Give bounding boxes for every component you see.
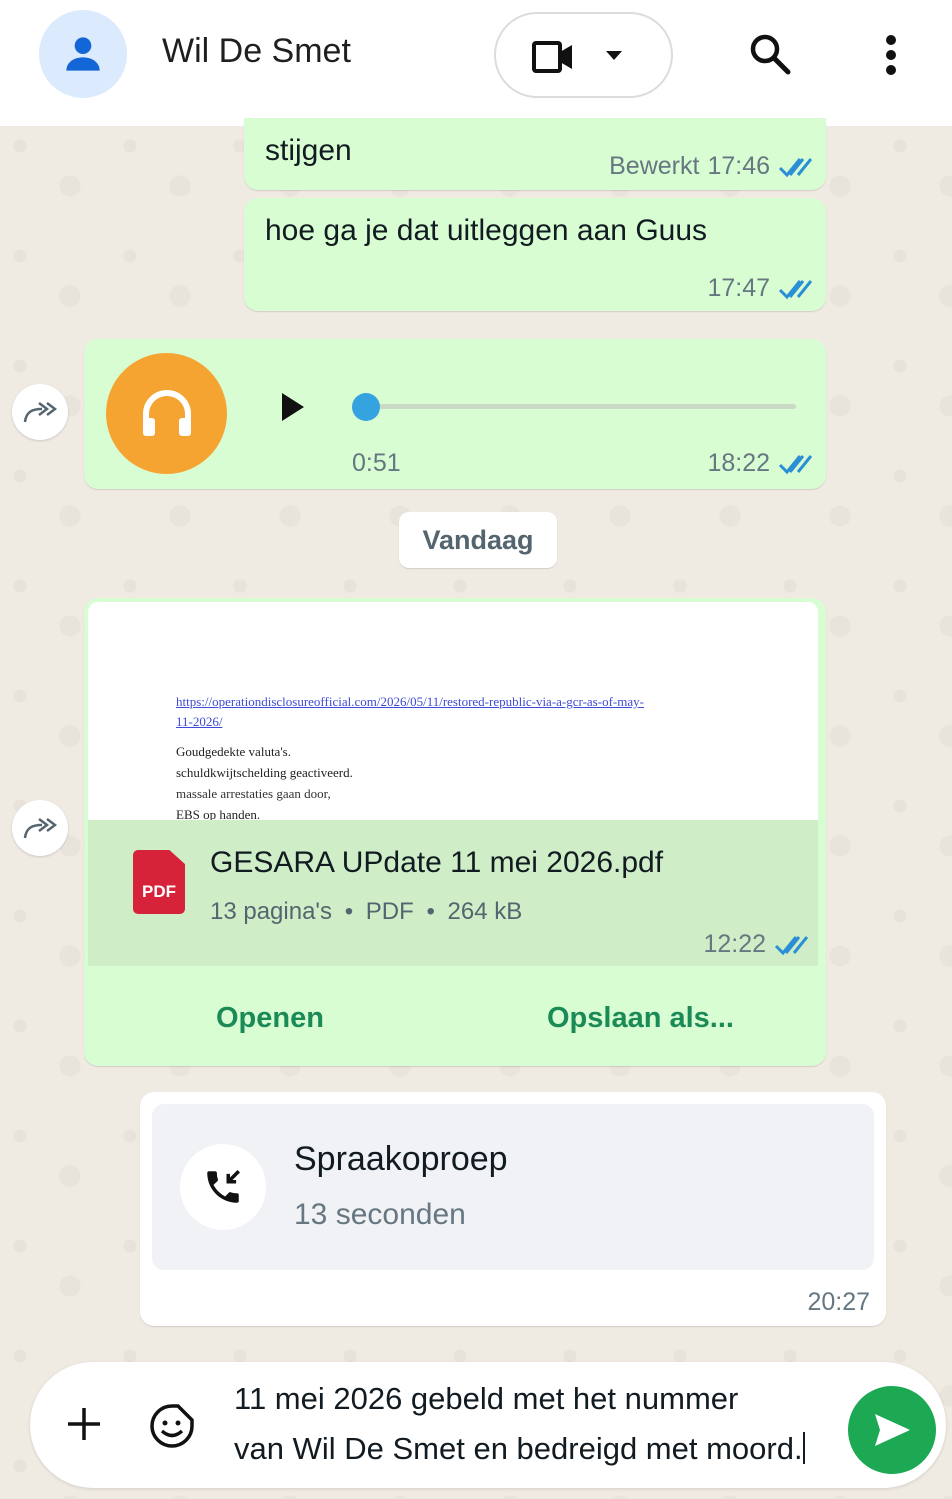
message-input[interactable]: 11 mei 2026 gebeld met het nummer van Wi…: [234, 1374, 854, 1474]
document-message[interactable]: https://operationdisclosureofficial.com/…: [84, 598, 826, 1066]
pdf-file-icon: PDF: [133, 850, 185, 914]
preview-line: EBS op handen.: [176, 807, 261, 820]
audio-progress-knob[interactable]: [352, 393, 380, 421]
outgoing-message[interactable]: stijgen Bewerkt 17:46: [244, 118, 826, 190]
message-time: 20:27: [807, 1288, 870, 1316]
document-size: 264 kB: [447, 898, 523, 925]
text-caret: [802, 1432, 805, 1464]
contact-name[interactable]: Wil De Smet: [162, 32, 351, 71]
sticker-icon[interactable]: [148, 1402, 196, 1450]
send-icon: [875, 1414, 910, 1446]
audio-duration: 0:51: [352, 449, 401, 477]
document-name: GESARA UPdate 11 mei 2026.pdf: [210, 846, 664, 879]
audio-avatar: [106, 353, 227, 474]
preview-line: schuldkwijtschelding geactiveerd.: [176, 765, 353, 780]
pdf-badge-text: PDF: [142, 882, 176, 901]
message-meta: Bewerkt 17:46: [609, 152, 812, 181]
document-preview[interactable]: https://operationdisclosureofficial.com/…: [88, 602, 818, 820]
play-icon[interactable]: [280, 391, 306, 423]
voice-call-card[interactable]: Spraakoproep 13 seconden: [152, 1104, 874, 1270]
preview-link: 11-2026/: [176, 714, 223, 729]
document-pages: 13 pagina's: [210, 898, 333, 925]
message-meta: 18:22: [707, 449, 812, 478]
document-details: 13 pagina's • PDF • 264 kB: [210, 898, 523, 925]
forward-icon: [23, 402, 58, 423]
contact-avatar[interactable]: [39, 10, 127, 98]
double-check-icon: [778, 157, 812, 177]
chat-header: Wil De Smet: [0, 0, 952, 126]
call-title: Spraakoproep: [294, 1140, 508, 1178]
incoming-call-icon: [207, 1170, 240, 1203]
document-format: PDF: [365, 898, 414, 925]
search-icon[interactable]: [748, 32, 792, 76]
call-message[interactable]: Spraakoproep 13 seconden 20:27: [140, 1092, 886, 1326]
message-meta: 12:22: [703, 930, 808, 959]
message-input-line: van Wil De Smet en bedreigd met moord.: [234, 1431, 803, 1466]
preview-link: https://operationdisclosureofficial.com/…: [176, 694, 644, 709]
call-duration: 13 seconden: [294, 1198, 466, 1231]
document-info[interactable]: PDF GESARA UPdate 11 mei 2026.pdf 13 pag…: [88, 820, 818, 966]
message-time: 17:46: [707, 152, 770, 180]
forward-icon: [23, 818, 58, 839]
message-input-line: 11 mei 2026 gebeld met het nummer: [234, 1381, 739, 1416]
open-document-button[interactable]: Openen: [216, 1002, 324, 1035]
more-vert-icon[interactable]: [885, 34, 897, 76]
edited-label: Bewerkt: [609, 152, 700, 180]
audio-progress-track[interactable]: [364, 404, 796, 409]
double-check-icon: [774, 935, 808, 955]
forward-button[interactable]: [12, 384, 68, 440]
video-call-button[interactable]: [494, 12, 673, 98]
document-actions: Openen Opslaan als...: [84, 976, 824, 1064]
person-icon: [66, 37, 100, 71]
message-meta: 17:47: [707, 274, 812, 303]
message-text: stijgen: [265, 134, 352, 167]
save-as-button[interactable]: Opslaan als...: [547, 1002, 734, 1035]
message-text: hoe ga je dat uitleggen aan Guus: [265, 214, 708, 247]
date-separator: Vandaag: [399, 512, 557, 568]
message-time: 12:22: [703, 930, 766, 958]
call-icon-circle: [180, 1144, 266, 1230]
headphones-icon: [142, 389, 191, 436]
double-check-icon: [778, 279, 812, 299]
message-time: 18:22: [707, 449, 770, 477]
double-check-icon: [778, 454, 812, 474]
forward-button[interactable]: [12, 800, 68, 856]
message-composer: 11 mei 2026 gebeld met het nummer van Wi…: [30, 1362, 946, 1488]
send-button[interactable]: [848, 1386, 936, 1474]
video-icon: [532, 41, 572, 73]
plus-icon[interactable]: [66, 1406, 102, 1442]
preview-line: massale arrestaties gaan door,: [176, 786, 331, 801]
caret-down-icon: [606, 51, 622, 60]
message-time: 17:47: [707, 274, 770, 302]
outgoing-message[interactable]: hoe ga je dat uitleggen aan Guus 17:47: [244, 198, 826, 311]
preview-line: Goudgedekte valuta's.: [176, 744, 291, 759]
audio-message[interactable]: 0:51 18:22: [84, 339, 826, 489]
